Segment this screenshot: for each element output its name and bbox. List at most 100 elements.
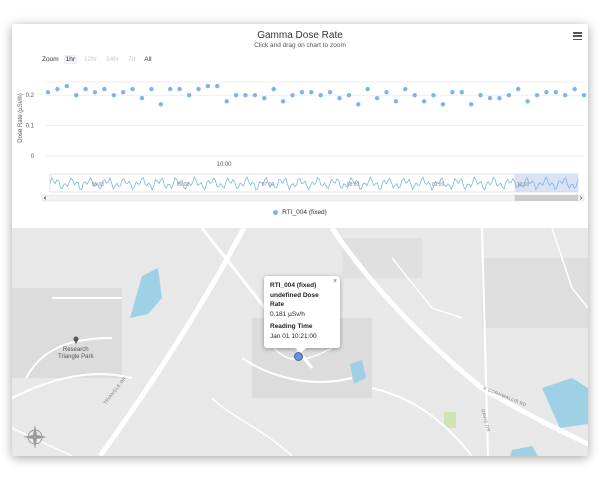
data-point[interactable] xyxy=(337,96,342,101)
data-point[interactable] xyxy=(421,99,427,104)
zoom-1hr-button[interactable]: 1hr xyxy=(63,55,78,64)
data-point[interactable] xyxy=(130,86,135,92)
chart-title: Gamma Dose Rate xyxy=(257,30,343,41)
data-point[interactable] xyxy=(356,102,361,107)
data-point[interactable] xyxy=(111,93,117,98)
compass-icon[interactable] xyxy=(22,424,48,450)
data-point[interactable] xyxy=(487,96,493,101)
data-point[interactable] xyxy=(196,86,201,92)
data-point[interactable] xyxy=(506,93,511,98)
data-point[interactable] xyxy=(393,99,399,104)
data-point[interactable] xyxy=(440,102,446,107)
poi-label-line1: Research xyxy=(62,347,89,353)
data-point[interactable] xyxy=(327,90,333,95)
map-pin-icon xyxy=(73,336,79,344)
data-point[interactable] xyxy=(534,93,540,98)
navigator-tick-label: 07:00 xyxy=(262,182,275,188)
data-point[interactable] xyxy=(233,93,239,98)
data-point[interactable] xyxy=(365,86,370,92)
data-point[interactable] xyxy=(139,96,145,101)
data-point[interactable] xyxy=(186,93,192,98)
data-point[interactable] xyxy=(215,83,220,89)
data-point[interactable] xyxy=(478,93,483,98)
data-point[interactable] xyxy=(299,90,305,95)
data-point[interactable] xyxy=(553,90,558,95)
zoom-12hr-button[interactable]: 12hr xyxy=(82,55,99,64)
data-point[interactable] xyxy=(168,86,173,92)
data-point[interactable] xyxy=(572,86,577,92)
sensor-marker-icon[interactable] xyxy=(294,352,303,361)
app-frame: Gamma Dose Rate Click and drag on chart … xyxy=(12,24,588,456)
navigator-chart[interactable]: 05:00 06:00 07:00 08:00 09:00 10:00 xyxy=(12,172,588,204)
data-point[interactable] xyxy=(346,93,352,98)
sensor-popup: × RTI_004 (fixed) undefined Dose Rate 0.… xyxy=(264,276,340,353)
data-point[interactable] xyxy=(412,93,417,98)
navigator-scrollbar[interactable] xyxy=(41,194,585,202)
popup-close-icon[interactable]: × xyxy=(333,278,337,285)
navigator-tick-label: 05:00 xyxy=(92,182,105,188)
legend-label: RTI_004 (fixed) xyxy=(282,209,327,216)
map-panel[interactable]: TRIANGLE DR E CORNWALLIS RD DAVIS DR Res… xyxy=(12,228,588,456)
hamburger-menu-icon[interactable] xyxy=(573,32,582,41)
data-point[interactable] xyxy=(497,96,502,101)
data-point[interactable] xyxy=(252,93,258,98)
data-point[interactable] xyxy=(309,90,314,95)
data-point[interactable] xyxy=(45,90,51,95)
data-point[interactable] xyxy=(177,86,182,92)
zoom-label: Zoom xyxy=(42,56,59,63)
data-point[interactable] xyxy=(563,93,568,98)
data-point[interactable] xyxy=(581,93,587,98)
data-point[interactable] xyxy=(64,83,69,89)
scrollbar-thumb[interactable] xyxy=(514,195,578,201)
poi-research-triangle-park[interactable]: Research Triangle Park xyxy=(58,336,93,361)
popup-metric: undefined Dose Rate xyxy=(270,291,319,309)
data-point[interactable] xyxy=(74,93,79,98)
navigator-tick-label: 06:00 xyxy=(177,182,190,188)
popup-value: 0.181 µSv/h xyxy=(270,310,305,318)
zoom-7d-button[interactable]: 7d xyxy=(126,55,137,64)
data-point[interactable] xyxy=(121,90,126,95)
data-point[interactable] xyxy=(525,99,530,104)
data-point[interactable] xyxy=(271,86,276,92)
chart-legend[interactable]: RTI_004 (fixed) xyxy=(12,209,588,216)
poi-label-line2: Triangle Park xyxy=(58,354,94,360)
data-point[interactable] xyxy=(544,90,549,95)
data-point[interactable] xyxy=(384,90,389,95)
data-point[interactable] xyxy=(516,86,521,92)
data-point[interactable] xyxy=(83,86,88,92)
data-point[interactable] xyxy=(92,90,98,95)
zoom-24hr-button[interactable]: 24hr xyxy=(104,55,121,64)
data-point[interactable] xyxy=(158,102,163,107)
y-tick-label: 0.2 xyxy=(26,93,35,99)
data-point[interactable] xyxy=(469,102,474,107)
data-point[interactable] xyxy=(149,86,154,92)
data-point[interactable] xyxy=(243,93,248,98)
zoom-selector: Zoom 1hr 12hr 24hr 7d All xyxy=(42,55,154,64)
zoom-all-button[interactable]: All xyxy=(142,55,153,64)
x-tick-label: 10:00 xyxy=(216,162,232,168)
data-point[interactable] xyxy=(262,96,267,101)
data-point[interactable] xyxy=(102,86,107,92)
data-point[interactable] xyxy=(318,93,323,98)
data-point[interactable] xyxy=(403,86,408,92)
navigator-tick-label: 09:00 xyxy=(432,182,445,188)
chart-panel: Gamma Dose Rate Click and drag on chart … xyxy=(12,24,588,228)
data-point[interactable] xyxy=(374,96,380,101)
data-point[interactable] xyxy=(290,93,295,98)
data-point[interactable] xyxy=(224,99,229,104)
popup-time-label: Reading Time xyxy=(270,323,313,330)
popup-time-value: Jan 01 10:21:00 xyxy=(270,332,317,340)
y-tick-label: 0 xyxy=(31,154,35,160)
navigator-tick-label: 08:00 xyxy=(347,182,360,188)
legend-marker-icon xyxy=(273,210,279,215)
data-point[interactable] xyxy=(205,83,211,89)
data-point[interactable] xyxy=(280,99,286,104)
data-point[interactable] xyxy=(431,93,436,98)
y-axis-label: Dose Rate (µSv/h) xyxy=(18,93,24,142)
data-point[interactable] xyxy=(55,86,60,92)
data-point[interactable] xyxy=(459,90,464,95)
main-chart-plot[interactable]: 0 0.1 0.2Dose Rate (µSv/h) 10:00 xyxy=(12,76,588,172)
data-point[interactable] xyxy=(450,90,455,95)
chart-subtitle: Click and drag on chart to zoom xyxy=(254,42,346,49)
navigator-frame xyxy=(49,173,579,193)
